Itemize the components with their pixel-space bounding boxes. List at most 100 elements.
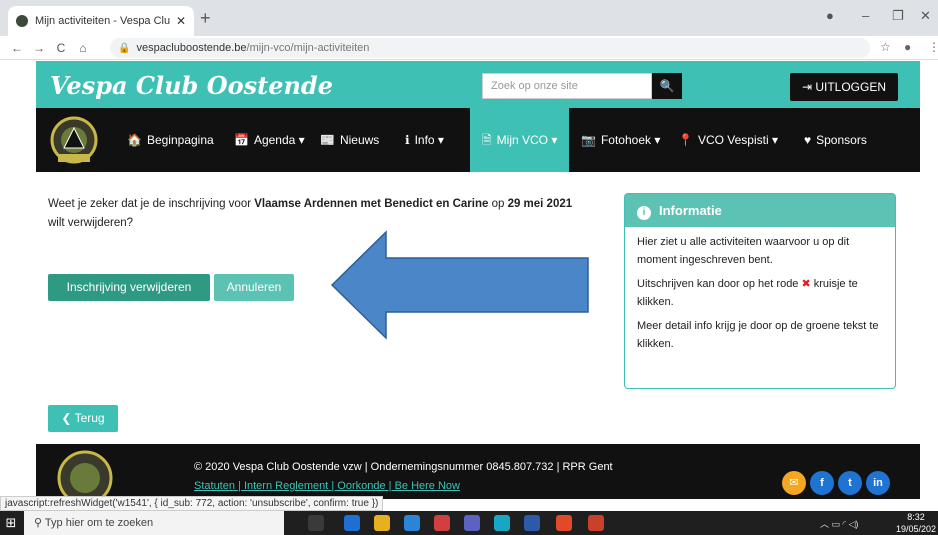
edge-icon[interactable]	[494, 515, 510, 531]
windows-taskbar: ⊞ ⚲ Typ hier om te zoeken ︿ ▭ ◜ ◁) 8:32 1…	[0, 511, 938, 535]
nav-item-beginpagina[interactable]: 🏠 Beginpagina	[127, 108, 214, 172]
taskbar-clock[interactable]: 8:32 19/05/202	[896, 511, 936, 535]
mail-icon[interactable]: ✉	[782, 471, 806, 495]
nav-label: Info ▾	[414, 133, 444, 147]
nav-label: Beginpagina	[146, 133, 214, 147]
twitter-icon[interactable]: t	[838, 471, 862, 495]
lock-icon: 🔒	[118, 42, 131, 54]
logout-icon: ⇥	[801, 80, 816, 94]
delete-registration-button[interactable]: Inschrijving verwijderen	[48, 274, 210, 301]
footer-links[interactable]: Statuten | Intern Reglement | Oorkonde |…	[194, 480, 460, 492]
info-icon: ℹ	[405, 133, 410, 147]
confirm-message: Weet je zeker dat je de inschrijving voo…	[48, 195, 588, 233]
address-bar[interactable]: 🔒 vespacluboostende.be/mijn-vco/mijn-act…	[110, 38, 870, 58]
red-cross-icon: ✖	[801, 278, 811, 290]
nav-label: Sponsors	[816, 133, 867, 147]
nav-item-nieuws[interactable]: 📰 Nieuws	[320, 108, 379, 172]
nav-item-info[interactable]: ℹ Info ▾	[405, 108, 444, 172]
activity-name: Vlaamse Ardennen met Benedict en Carine	[254, 198, 489, 210]
maximize-icon[interactable]: ❐	[892, 8, 904, 24]
site-header: Vespa Club Oostende Zoek op onze site 🔍 …	[36, 61, 920, 108]
info-panel-header: i Informatie	[625, 194, 895, 227]
main-navigation: 🏠 Beginpagina 📅 Agenda ▾ 📰 Nieuws ℹ Info ▾ 🗎…	[36, 108, 920, 172]
confirm-text-1: Weet je zeker dat je de inschrijving voo…	[48, 198, 255, 210]
newspaper-icon: 📰	[320, 133, 335, 147]
footer-club-logo	[57, 450, 113, 496]
minimize-icon[interactable]: –	[862, 8, 869, 23]
info-title: Informatie	[659, 203, 722, 218]
camera-icon: 📷	[581, 133, 596, 147]
search-input[interactable]: Zoek op onze site	[482, 73, 652, 99]
windows-start-icon[interactable]: ⊞	[0, 515, 22, 531]
url-domain: vespacluboostende.be	[136, 42, 247, 54]
site-logo-text[interactable]: Vespa Club Oostende	[50, 71, 333, 100]
facebook-icon[interactable]: f	[810, 471, 834, 495]
logout-label: UITLOGGEN	[815, 80, 887, 94]
info-circle-icon: i	[637, 206, 651, 220]
nav-label: Agenda ▾	[253, 133, 305, 147]
powerpoint-icon[interactable]	[588, 515, 604, 531]
info-p2-start: Uitschrijven kan door op het rode	[637, 278, 802, 290]
activity-date: 29 mei 2021	[507, 198, 573, 210]
search-button[interactable]: 🔍	[652, 73, 682, 99]
info-paragraph-2: Uitschrijven kan door op het rode ✖ krui…	[637, 275, 883, 311]
back-icon[interactable]: ←	[6, 41, 28, 55]
info-paragraph-3: Meer detail info krijg je door op de gro…	[637, 320, 879, 350]
close-window-icon[interactable]: ✕	[920, 8, 931, 24]
document-icon: 🗎	[482, 133, 492, 147]
heart-icon: ♥	[804, 133, 812, 147]
taskbar-search-input[interactable]: ⚲ Typ hier om te zoeken	[24, 511, 284, 535]
nav-label: Mijn VCO ▾	[496, 133, 558, 147]
nav-item-sponsors[interactable]: ♥ Sponsors	[804, 108, 867, 172]
browser-tabbar: Mijn activiteiten - Vespa Club Oo ✕ + ● …	[0, 0, 938, 36]
edge-legacy-icon[interactable]	[404, 515, 420, 531]
outlook-icon[interactable]	[344, 515, 360, 531]
site-favicon-icon	[16, 15, 28, 27]
profile-icon[interactable]: ●	[826, 8, 834, 23]
chevron-left-icon: ❮	[61, 411, 75, 425]
search-icon: 🔍	[659, 79, 675, 93]
forward-icon[interactable]: →	[28, 41, 50, 55]
file-explorer-icon[interactable]	[374, 515, 390, 531]
teams-icon[interactable]	[464, 515, 480, 531]
cancel-button[interactable]: Annuleren	[214, 274, 294, 301]
browser-tab[interactable]: Mijn activiteiten - Vespa Club Oo ✕	[8, 6, 194, 36]
browser-status-bar: javascript:refreshWidget('w1541', { id_s…	[0, 496, 384, 511]
taskbar-search-label: Typ hier om te zoeken	[44, 517, 154, 529]
confirm-text-2: op	[488, 198, 508, 210]
info-panel: i Informatie Hier ziet u alle activiteite…	[624, 193, 896, 389]
info-paragraph-1: Hier ziet u alle activiteiten waarvoor u…	[637, 236, 850, 266]
account-icon[interactable]: ●	[904, 40, 911, 54]
nav-item-mijn-vco[interactable]: 🗎 Mijn VCO ▾	[470, 108, 570, 172]
logout-button[interactable]: ⇥ UITLOGGEN	[790, 73, 898, 101]
task-view-icon[interactable]	[308, 515, 324, 531]
nav-item-vco-vespisti[interactable]: 📍 VCO Vespisti ▾	[678, 108, 778, 172]
reload-icon[interactable]: C	[50, 41, 72, 55]
back-button[interactable]: ❮ Terug	[48, 405, 118, 432]
confirm-text-3: wilt verwijderen?	[48, 217, 134, 229]
url-path: /mijn-vco/mijn-activiteiten	[246, 42, 370, 54]
nav-item-agenda[interactable]: 📅 Agenda ▾	[234, 108, 305, 172]
home-icon: 🏠	[127, 133, 142, 147]
system-tray[interactable]: ︿ ▭ ◜ ◁)	[820, 517, 858, 530]
chrome-icon[interactable]	[556, 515, 572, 531]
clock-date: 19/05/202	[895, 524, 936, 534]
new-tab-icon[interactable]: +	[200, 8, 211, 29]
tab-close-icon[interactable]: ✕	[176, 14, 186, 28]
annotation-arrow	[330, 230, 589, 340]
club-logo[interactable]	[48, 116, 100, 166]
home-browser-icon[interactable]: ⌂	[72, 41, 94, 55]
info-panel-body: Hier ziet u alle activiteiten waarvoor u…	[625, 227, 895, 365]
word-icon[interactable]	[524, 515, 540, 531]
back-label: Terug	[74, 411, 105, 425]
footer-copyright: © 2020 Vespa Club Oostende vzw | Onderne…	[194, 461, 613, 473]
nav-label: Nieuws	[339, 133, 380, 147]
address-row: ← → C ⌂ 🔒 vespacluboostende.be/mijn-vco/…	[0, 36, 938, 60]
nav-item-fotohoek[interactable]: 📷 Fotohoek ▾	[581, 108, 660, 172]
linkedin-icon[interactable]: in	[866, 471, 890, 495]
site-footer: © 2020 Vespa Club Oostende vzw | Onderne…	[36, 444, 920, 499]
menu-kebab-icon[interactable]: ⋮	[928, 40, 938, 54]
bookmark-star-icon[interactable]: ☆	[880, 40, 891, 54]
search-icon: ⚲	[34, 517, 45, 529]
app-icon[interactable]	[434, 515, 450, 531]
